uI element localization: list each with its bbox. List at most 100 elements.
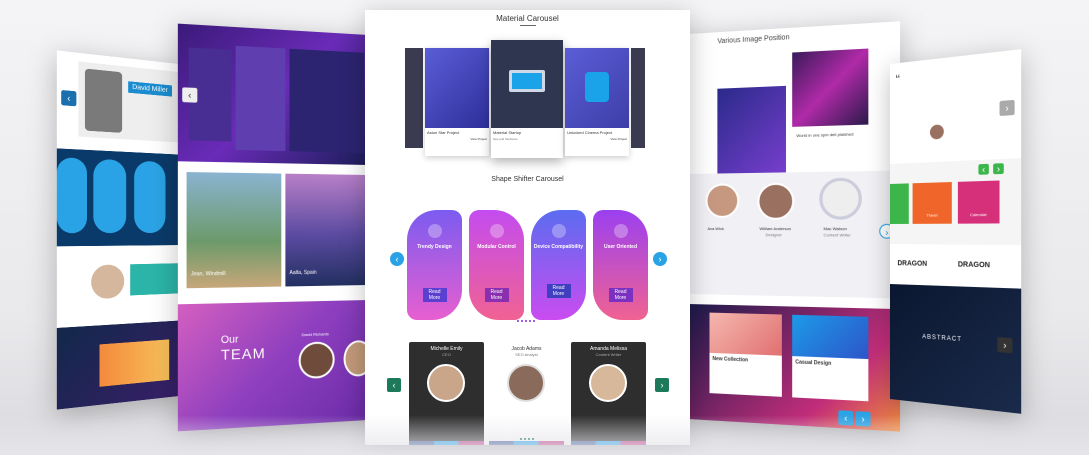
world-text: World in one spin dell plaished <box>796 131 854 139</box>
product-image <box>709 312 782 356</box>
product-tag: Casual Design <box>795 359 832 368</box>
material-card-title: Material Startup <box>493 130 522 135</box>
space-image <box>792 48 869 127</box>
team-role: Content Writer <box>595 352 622 357</box>
avatar <box>298 341 335 380</box>
product-card[interactable]: New Collection <box>709 312 782 397</box>
prev-arrow[interactable]: ‹ <box>978 163 989 175</box>
product-card[interactable]: Casual Design <box>792 314 869 402</box>
material-card-image <box>565 48 629 128</box>
shape-card-button[interactable]: Read More <box>608 288 633 302</box>
title-underline <box>520 25 536 26</box>
feature-pill[interactable] <box>134 160 166 234</box>
section-title: Various Image Position <box>717 34 790 46</box>
next-arrow[interactable]: › <box>999 99 1015 117</box>
profile-card: David Miller <box>78 61 188 143</box>
shape-card-button[interactable]: Read More <box>422 288 447 302</box>
landscape-card[interactable]: Aalta, Spain <box>285 173 366 287</box>
member-name: William Anderson <box>759 225 792 232</box>
next-arrow[interactable]: › <box>655 378 669 392</box>
avatar <box>928 122 946 142</box>
material-card-sub: Seq and hardware <box>493 137 518 141</box>
shape-title: Shape Shifter Carousel <box>491 176 564 183</box>
avatar <box>427 364 465 402</box>
category-tile[interactable]: Calendar <box>957 180 1000 224</box>
team-title-line2: TEAM <box>220 344 266 363</box>
next-arrow[interactable]: › <box>653 252 667 266</box>
space-image <box>717 85 786 180</box>
shape-card[interactable]: User Oriented Read More <box>593 210 648 320</box>
gradient-footer <box>56 320 188 410</box>
avatar <box>705 183 740 218</box>
material-card-image <box>491 40 563 128</box>
avatar <box>757 182 795 220</box>
prev-arrow[interactable]: ‹ <box>61 89 77 107</box>
user-icon <box>613 224 628 238</box>
shape-card[interactable]: Trendy Design Read More <box>407 210 462 320</box>
feature-strip <box>56 148 188 247</box>
member-name: Mac Watson <box>823 225 847 232</box>
tile-label: Travel <box>926 212 938 218</box>
shape-card-button[interactable]: Read More <box>484 288 509 302</box>
shape-card-button[interactable]: Read More <box>546 284 571 298</box>
material-card-title: Aston Star Project <box>427 130 460 135</box>
member-role: Designer <box>765 232 782 238</box>
shop-section: New Collection Casual Design ‹ › <box>688 304 901 432</box>
panel-right: Various Image Position World in one spin… <box>688 21 901 432</box>
card <box>289 48 365 153</box>
prev-arrow[interactable]: ‹ <box>387 378 401 392</box>
material-link[interactable]: View Project <box>425 137 489 141</box>
next-arrow[interactable]: › <box>997 337 1013 354</box>
material-card-title: Unlocked Cinema Project <box>567 130 613 135</box>
card-caption: Jean, Windmill <box>190 270 226 278</box>
material-card-image <box>425 48 489 128</box>
space-banner <box>177 23 368 165</box>
carousel-dots <box>517 320 537 322</box>
avatar <box>84 68 123 133</box>
category-section: Travel Calendar ‹ › <box>890 158 1022 246</box>
shape-card[interactable]: Device Compatibility Read More <box>531 210 586 320</box>
play-icon <box>585 72 609 102</box>
brand-logo: DRAGON <box>897 260 928 268</box>
panel-far-left: David Miller ‹ <box>56 50 188 410</box>
laptop-icon <box>509 70 545 92</box>
material-card[interactable]: Aston Star Project View Project <box>425 48 489 156</box>
feature-pill[interactable] <box>93 158 127 234</box>
landscape-card[interactable]: Jean, Windmill <box>186 172 282 289</box>
profile-name: David Miller <box>128 81 172 97</box>
product-tag: New Collection <box>712 355 749 364</box>
shape-card-title: Trendy Design <box>417 244 452 250</box>
promo-box <box>99 339 170 387</box>
material-card[interactable] <box>405 48 423 148</box>
prev-arrow[interactable]: ‹ <box>182 87 198 103</box>
shape-card[interactable]: Modular Control Read More <box>469 210 524 320</box>
material-carousel: Aston Star Project View Project Material… <box>405 40 645 160</box>
feature-pill[interactable] <box>56 157 87 234</box>
material-card[interactable] <box>631 48 645 148</box>
shape-card-title: Modular Control <box>477 244 516 250</box>
team-role: CEO <box>442 352 451 357</box>
product-image <box>792 314 869 360</box>
material-link[interactable]: View Project <box>565 137 629 141</box>
prev-arrow[interactable]: ‹ <box>390 252 404 266</box>
gear-icon <box>489 224 504 238</box>
quote-box <box>130 263 184 296</box>
team-section: Our TEAM David Richards <box>177 300 368 432</box>
shape-card-title: User Oriented <box>603 244 638 250</box>
material-card-active[interactable]: Material Startup Seq and hardware <box>491 40 563 158</box>
phone-icon <box>551 224 566 238</box>
abstract-label: ABSTRACT <box>922 334 962 344</box>
category-tile[interactable] <box>890 183 909 224</box>
card <box>235 45 286 152</box>
material-title: Material Carousel <box>496 14 559 23</box>
next-arrow[interactable]: › <box>993 163 1004 175</box>
avatar <box>589 364 627 402</box>
category-tile[interactable]: Travel <box>912 182 952 224</box>
member-role: Content Writer <box>823 232 851 238</box>
team-person-name: David Richards <box>301 331 329 338</box>
team-role: SEO Analyst <box>515 352 538 357</box>
brand-logo: DRAGON <box>957 261 991 270</box>
material-card[interactable]: Unlocked Cinema Project View Project <box>565 48 629 156</box>
quote-section: “ › <box>890 49 1022 154</box>
shape-card-title: Device Compatibility <box>533 244 584 250</box>
